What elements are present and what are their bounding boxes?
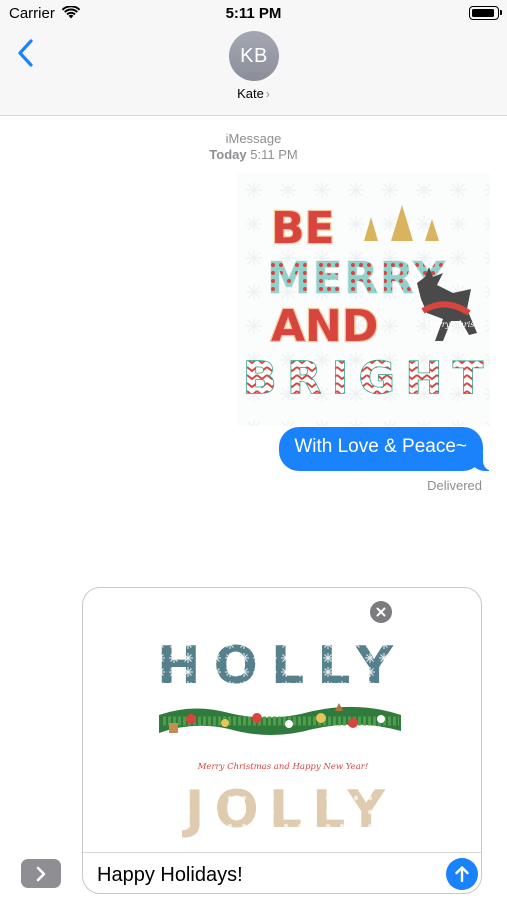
delivery-status: Delivered [427, 478, 482, 493]
close-icon [376, 607, 386, 617]
sticker-message[interactable]: BE MERRY AND BRIGHT Merry Christmas [237, 173, 490, 426]
avatar[interactable]: KB [229, 31, 279, 81]
sticker-line-2: MERRY [267, 253, 446, 304]
status-bar: Carrier 5:11 PM [0, 0, 507, 28]
remove-attachment-button[interactable] [370, 601, 392, 623]
apps-expand-button[interactable] [21, 859, 61, 888]
message-text: With Love & Peace~ [294, 436, 467, 457]
battery-icon [469, 6, 502, 20]
message-input[interactable]: Happy Holidays! [97, 864, 243, 887]
chevron-left-icon [18, 39, 33, 67]
garland-icon [159, 703, 401, 735]
timestamp-day: Today [209, 147, 247, 162]
service-label: iMessage [225, 131, 282, 146]
send-button[interactable] [446, 858, 478, 890]
timestamp-time: 5:11 PM [250, 147, 298, 162]
compose-divider [83, 852, 481, 853]
sticker-line-3: AND [271, 301, 378, 352]
arrow-up-icon [455, 866, 469, 883]
sent-message-bubble[interactable]: With Love & Peace~ [279, 427, 495, 471]
sticker-line-holly: HOLLY [157, 636, 394, 696]
sticker-be-merry-image: BE MERRY AND BRIGHT Merry Christmas [237, 173, 490, 426]
status-time: 5:11 PM [225, 5, 282, 22]
chevron-right-icon [36, 866, 46, 881]
timestamp-label: Today 5:11 PM [0, 147, 507, 163]
sticker-line-jolly: JOLLY [182, 780, 386, 840]
sticker-caption: Merry Christmas and Happy New Year! [197, 762, 369, 772]
contact-name: Kate [237, 86, 264, 101]
compose-box: HOLLY Merry Christmas and Happy New Year… [82, 587, 482, 894]
reindeer-badge: Merry Christmas [424, 320, 490, 329]
sticker-holly-jolly-image: HOLLY Merry Christmas and Happy New Year… [157, 636, 401, 840]
attachment-preview: HOLLY Merry Christmas and Happy New Year… [83, 588, 481, 853]
chevron-right-icon: › [265, 87, 270, 101]
back-button[interactable] [14, 38, 38, 68]
thread-timestamp: iMessage Today 5:11 PM [0, 131, 507, 163]
sticker-line-1: BE [271, 203, 335, 254]
conversation-header: KB Kate › [0, 28, 507, 116]
contact-name-button[interactable]: Kate › [0, 86, 507, 101]
